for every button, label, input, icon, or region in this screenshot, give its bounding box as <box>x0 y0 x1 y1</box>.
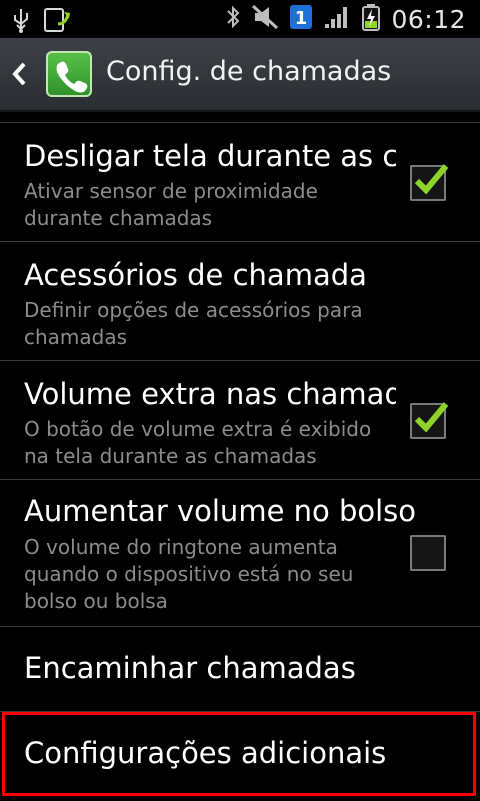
setting-title: Aumentar volume no bolso <box>24 494 417 528</box>
battery-charging-icon <box>361 3 381 35</box>
status-bar: 1 06:12 <box>0 0 480 38</box>
signal-icon <box>323 4 351 34</box>
back-button[interactable] <box>10 60 30 88</box>
setting-extra-volume[interactable]: Volume extra nas chamadas O botão de vol… <box>0 360 480 479</box>
setting-title: Encaminhar chamadas <box>24 651 356 685</box>
action-bar: Config. de chamadas <box>0 38 480 112</box>
checkbox-screen-off[interactable] <box>410 164 449 201</box>
checkbox-pocket-volume[interactable] <box>410 535 446 571</box>
setting-pocket-volume[interactable]: Aumentar volume no bolso O volume do rin… <box>0 479 480 626</box>
bluetooth-icon <box>225 4 241 34</box>
mute-icon <box>251 4 279 34</box>
phone-icon <box>46 51 92 97</box>
setting-summary: O volume do ringtone aumenta quando o di… <box>24 535 354 613</box>
setting-call-accessories[interactable]: Acessórios de chamada Definir opções de … <box>0 241 480 360</box>
setting-summary: Definir opções de acessórios para chamad… <box>24 298 363 349</box>
checkmark-icon <box>414 402 449 433</box>
setting-title: Desligar tela durante as chamadas <box>24 139 396 173</box>
chevron-left-icon <box>12 62 26 86</box>
notification-badge-icon: 1 <box>289 4 313 34</box>
highlight-frame <box>2 712 476 796</box>
checkmark-icon <box>414 164 449 195</box>
upload-icon <box>44 6 74 38</box>
usb-icon <box>12 7 30 37</box>
setting-screen-off[interactable]: Desligar tela durante as chamadas Ativar… <box>0 122 480 241</box>
page-title: Config. de chamadas <box>106 56 392 87</box>
setting-call-forwarding[interactable]: Encaminhar chamadas <box>0 626 480 711</box>
setting-summary: Ativar sensor de proximidade durante cha… <box>24 179 318 230</box>
clock: 06:12 <box>391 4 466 34</box>
setting-title: Volume extra nas chamadas <box>24 377 396 411</box>
checkbox-extra-volume[interactable] <box>410 402 449 439</box>
svg-text:1: 1 <box>295 8 308 29</box>
setting-title: Acessórios de chamada <box>24 258 367 292</box>
setting-summary: O botão de volume extra é exibido na tel… <box>24 417 372 468</box>
